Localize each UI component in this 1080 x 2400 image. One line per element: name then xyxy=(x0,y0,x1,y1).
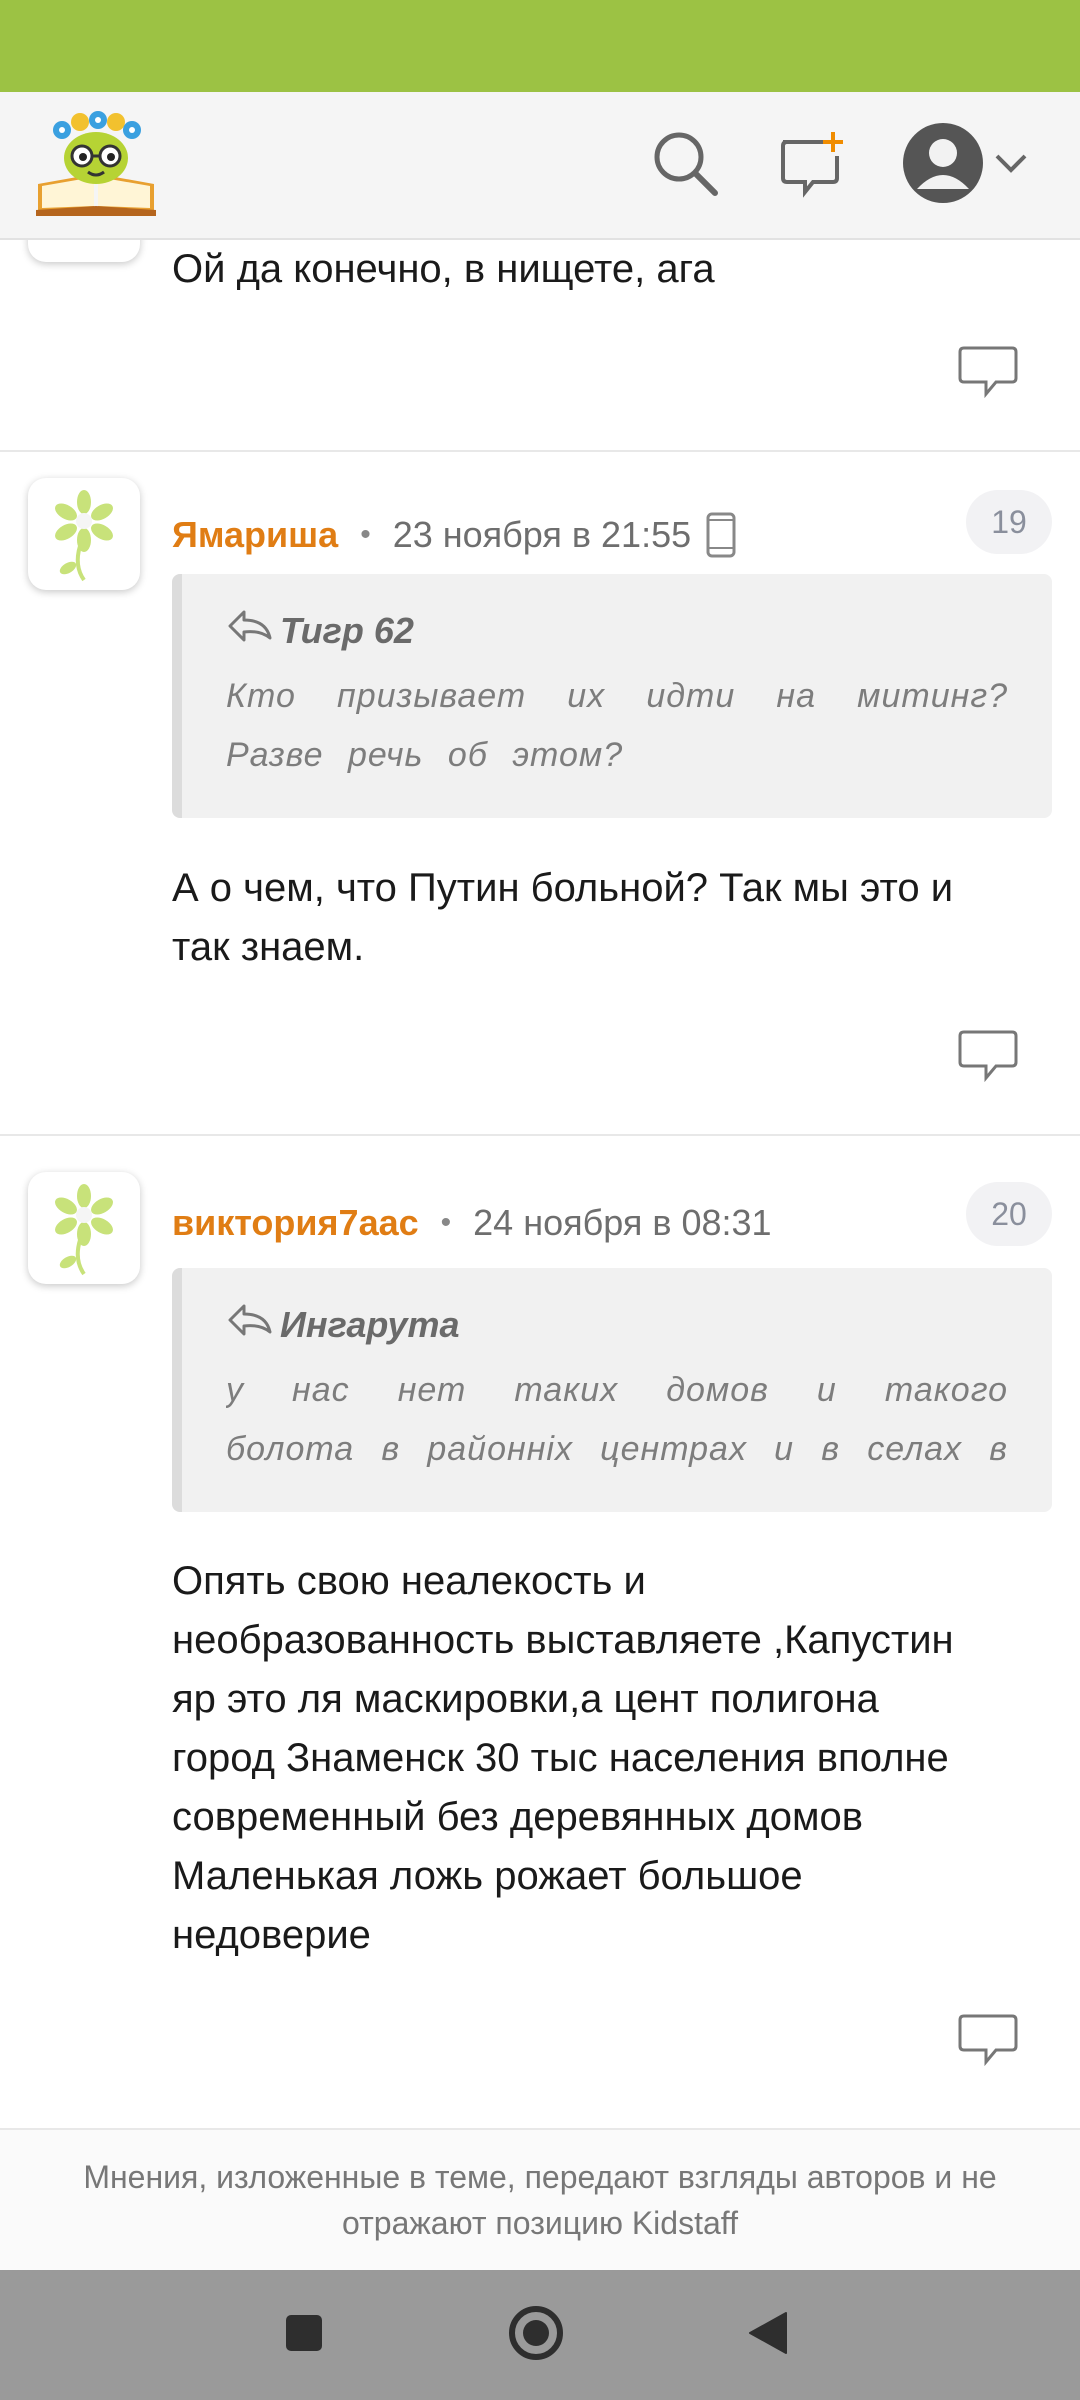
comment-post: Ямариша • 23 ноября в 21:55 19 Тигр 62 К… xyxy=(0,452,1080,1136)
comment-meta: Ямариша • 23 ноября в 21:55 xyxy=(172,512,737,558)
top-bar xyxy=(0,92,1080,240)
mobile-phone-icon xyxy=(705,512,737,558)
search-icon xyxy=(650,128,720,203)
new-message-icon xyxy=(777,128,849,203)
separator-dot: • xyxy=(360,518,371,551)
triangle-back-icon xyxy=(746,2309,790,2362)
comment-date: 24 ноября в 08:31 xyxy=(473,1202,772,1243)
quote-author-name: Тигр 62 xyxy=(280,609,414,651)
comment-bubble-icon xyxy=(956,2014,1020,2072)
comment-meta: виктория7аас • 24 ноября в 08:31 xyxy=(172,1202,772,1244)
user-menu-button[interactable] xyxy=(890,120,1040,210)
comment-text: Ой да конечно, в нищете, ага xyxy=(172,247,715,291)
comment-post: виктория7аас • 24 ноября в 08:31 20 Инга… xyxy=(0,1136,1080,2130)
avatar[interactable] xyxy=(28,240,140,262)
comment-bubble-icon xyxy=(956,1030,1020,1088)
quote-author-name: Ингарута xyxy=(280,1303,460,1345)
back-button[interactable] xyxy=(728,2295,808,2375)
comment-bubble-icon xyxy=(956,346,1020,404)
reply-arrow-icon xyxy=(226,1302,280,1347)
comment-number[interactable]: 20 xyxy=(966,1182,1052,1246)
quote-text: у нас нет таких домов и такого болота в … xyxy=(226,1371,1008,1468)
quote-block: Тигр 62 Кто призывает их идти на митинг?… xyxy=(172,574,1052,818)
avatar[interactable] xyxy=(28,1172,140,1284)
new-message-button[interactable] xyxy=(768,120,858,210)
separator-dot: • xyxy=(440,1206,452,1239)
kidstaff-logo-icon[interactable] xyxy=(32,106,160,218)
recents-button[interactable] xyxy=(264,2295,344,2375)
quote-block: Ингарута у нас нет таких домов и такого … xyxy=(172,1268,1052,1512)
comment-number[interactable]: 19 xyxy=(966,490,1052,554)
reply-button[interactable] xyxy=(956,2012,1020,2068)
square-icon xyxy=(284,2313,324,2358)
reply-button[interactable] xyxy=(956,1028,1020,1084)
comment-date: 23 ноября в 21:55 xyxy=(392,514,692,555)
comment-post: Ой да конечно, в нищете, ага xyxy=(0,240,1080,452)
reply-button[interactable] xyxy=(956,344,1020,400)
chevron-down-icon xyxy=(993,151,1029,180)
comment-text: Опять свою неалекость и необразованность… xyxy=(172,1559,954,1957)
quote-author: Тигр 62 xyxy=(226,608,1008,653)
quote-author: Ингарута xyxy=(226,1302,1008,1347)
comment-text: А о чем, что Путин больной? Так мы это и… xyxy=(172,866,954,969)
user-avatar-icon xyxy=(901,121,985,210)
avatar[interactable] xyxy=(28,478,140,590)
disclaimer: Мнения, изложенные в теме, передают взгл… xyxy=(0,2130,1080,2270)
author-name[interactable]: виктория7аас xyxy=(172,1202,419,1244)
comments-list: Ой да конечно, в нищете, ага Ямариша • 2… xyxy=(0,240,1080,2130)
quote-text: Кто призывает их идти на митинг? Разве р… xyxy=(226,677,1008,774)
search-button[interactable] xyxy=(640,120,730,210)
author-name[interactable]: Ямариша xyxy=(172,514,338,556)
home-button[interactable] xyxy=(496,2295,576,2375)
android-nav-bar xyxy=(0,2270,1080,2400)
reply-arrow-icon xyxy=(226,608,280,653)
status-bar xyxy=(0,0,1080,92)
circle-icon xyxy=(506,2303,566,2368)
